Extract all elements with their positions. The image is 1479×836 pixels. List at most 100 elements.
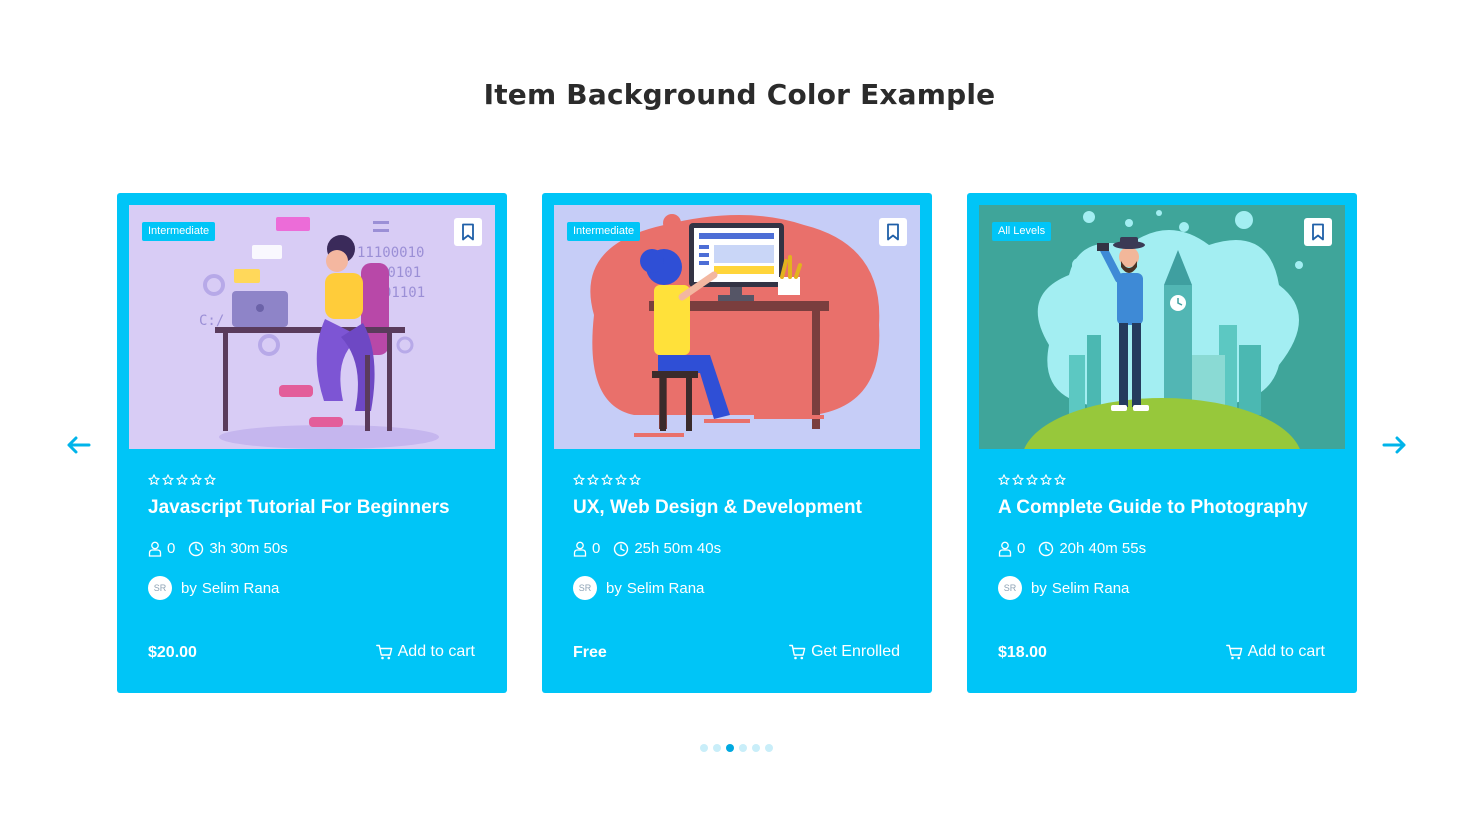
course-meta: 0 20h 40m 55s: [998, 540, 1146, 557]
course-price: $20.00: [148, 644, 197, 661]
pagination-dot[interactable]: [726, 744, 734, 752]
course-meta: 0 3h 30m 50s: [148, 540, 288, 557]
course-title-link[interactable]: A Complete Guide to Photography: [998, 497, 1338, 519]
bookmark-icon: [887, 223, 899, 241]
get-enrolled-button[interactable]: Get Enrolled: [789, 643, 900, 661]
author-prefix: by: [181, 579, 197, 597]
cta-label: Get Enrolled: [811, 643, 900, 660]
bookmark-icon: [1312, 223, 1324, 241]
svg-text:11100010: 11100010: [357, 245, 424, 261]
student-count-value: 0: [167, 540, 176, 557]
star-outline-icon: [615, 474, 627, 485]
pagination-dot[interactable]: [752, 744, 760, 752]
avatar: SR: [998, 576, 1022, 600]
cart-icon: [375, 644, 392, 660]
course-card[interactable]: All Levels A Complete Guide to Photograp…: [967, 193, 1357, 693]
star-outline-icon: [1040, 474, 1052, 485]
carousel-prev-button[interactable]: [63, 430, 93, 460]
add-to-cart-button[interactable]: Add to cart: [375, 643, 475, 661]
avatar: SR: [573, 576, 597, 600]
cart-icon: [789, 644, 806, 660]
star-outline-icon: [190, 474, 202, 485]
page: Item Background Color Example 11100010 0…: [0, 0, 1479, 836]
course-author: SR by Selim Rana: [998, 576, 1129, 600]
course-author: SR by Selim Rana: [573, 576, 704, 600]
student-count-value: 0: [592, 540, 601, 557]
duration-value: 20h 40m 55s: [1059, 540, 1147, 557]
avatar: SR: [148, 576, 172, 600]
author-prefix: by: [606, 579, 622, 597]
clock-icon: [189, 541, 204, 556]
cta-label: Add to cart: [1247, 643, 1325, 660]
cta-label: Add to cart: [397, 643, 475, 660]
course-price: Free: [573, 644, 607, 661]
wishlist-button[interactable]: [454, 218, 482, 246]
star-outline-icon: [1012, 474, 1024, 485]
svg-text:01101: 01101: [383, 285, 425, 301]
pagination-dot[interactable]: [739, 744, 747, 752]
star-outline-icon: [629, 474, 641, 485]
star-outline-icon: [998, 474, 1010, 485]
svg-text:C:/: C:/: [199, 313, 224, 329]
level-badge: Intermediate: [567, 222, 641, 241]
course-title-link[interactable]: Javascript Tutorial For Beginners: [148, 497, 488, 519]
level-badge: Intermediate: [142, 222, 216, 241]
student-count: 0: [148, 540, 175, 557]
course-duration: 25h 50m 40s: [613, 540, 721, 557]
course-duration: 20h 40m 55s: [1038, 540, 1146, 557]
duration-value: 25h 50m 40s: [634, 540, 722, 557]
star-outline-icon: [601, 474, 613, 485]
cart-icon: [1225, 644, 1242, 660]
clock-icon: [614, 541, 629, 556]
star-outline-icon: [148, 474, 160, 485]
course-author: SR by Selim Rana: [148, 576, 279, 600]
rating-stars: [573, 474, 641, 486]
star-outline-icon: [573, 474, 585, 485]
star-outline-icon: [587, 474, 599, 485]
star-outline-icon: [162, 474, 174, 485]
student-count: 0: [998, 540, 1025, 557]
author-name-link[interactable]: Selim Rana: [627, 580, 705, 597]
photographer-illustration: [979, 205, 1345, 449]
carousel-next-button[interactable]: [1380, 430, 1410, 460]
course-duration: 3h 30m 50s: [188, 540, 288, 557]
author-name-link[interactable]: Selim Rana: [202, 580, 280, 597]
clock-icon: [1039, 541, 1054, 556]
add-to-cart-button[interactable]: Add to cart: [1225, 643, 1325, 661]
course-price: $18.00: [998, 644, 1047, 661]
wishlist-button[interactable]: [879, 218, 907, 246]
web-designer-illustration: [554, 205, 920, 449]
author-prefix: by: [1031, 579, 1047, 597]
course-thumbnail[interactable]: Intermediate: [554, 205, 920, 449]
rating-stars: [148, 474, 216, 486]
bookmark-icon: [462, 223, 474, 241]
wishlist-button[interactable]: [1304, 218, 1332, 246]
course-title-link[interactable]: UX, Web Design & Development: [573, 497, 913, 519]
rating-stars: [998, 474, 1066, 486]
carousel-pagination: [700, 744, 773, 752]
student-count-value: 0: [1017, 540, 1026, 557]
section-title: Item Background Color Example: [483, 78, 996, 111]
pagination-dot[interactable]: [713, 744, 721, 752]
star-outline-icon: [1054, 474, 1066, 485]
star-outline-icon: [176, 474, 188, 485]
star-outline-icon: [204, 474, 216, 485]
author-name-link[interactable]: Selim Rana: [1052, 580, 1130, 597]
arrow-left-icon: [67, 436, 91, 454]
course-card[interactable]: 11100010 00101 01101 C:/ Intermediate Ja…: [117, 193, 507, 693]
course-thumbnail[interactable]: 11100010 00101 01101 C:/ Intermediate: [129, 205, 495, 449]
programmer-illustration: 11100010 00101 01101 C:/: [129, 205, 495, 449]
level-badge: All Levels: [992, 222, 1052, 241]
user-icon: [998, 541, 1012, 557]
duration-value: 3h 30m 50s: [209, 540, 288, 557]
pagination-dot[interactable]: [700, 744, 708, 752]
course-thumbnail[interactable]: All Levels: [979, 205, 1345, 449]
user-icon: [148, 541, 162, 557]
star-outline-icon: [1026, 474, 1038, 485]
user-icon: [573, 541, 587, 557]
pagination-dot[interactable]: [765, 744, 773, 752]
arrow-right-icon: [1382, 436, 1406, 454]
course-card[interactable]: Intermediate UX, Web Design & Developmen…: [542, 193, 932, 693]
course-meta: 0 25h 50m 40s: [573, 540, 721, 557]
student-count: 0: [573, 540, 600, 557]
